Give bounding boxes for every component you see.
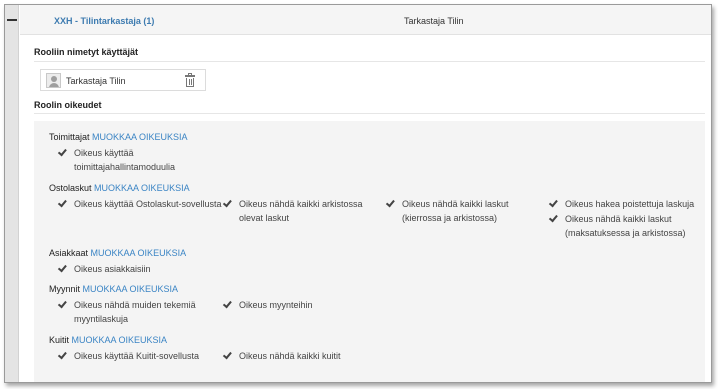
permission-item: Oikeus nähdä kaikki kuitit: [224, 349, 374, 363]
collapse-icon[interactable]: [7, 15, 17, 25]
header-user-name: Tarkastaja Tilin: [404, 16, 464, 26]
edit-rights-link[interactable]: MUOKKAA OIKEUKSIA: [94, 183, 190, 193]
permission-item: Oikeus käyttää Ostolaskut-sovellusta: [59, 197, 229, 211]
edit-rights-link[interactable]: MUOKKAA OIKEUKSIA: [91, 248, 187, 258]
permission-text: Oikeus myynteihin: [239, 300, 313, 310]
check-icon: [59, 264, 68, 271]
panel-left-bar: [5, 5, 19, 382]
group-name: Kuitit: [49, 335, 70, 345]
check-icon: [550, 214, 559, 221]
role-name-link[interactable]: XXH - Tilintarkastaja (1): [54, 16, 154, 26]
role-panel: XXH - Tilintarkastaja (1) Tarkastaja Til…: [4, 4, 712, 383]
edit-rights-link[interactable]: MUOKKAA OIKEUKSIA: [83, 284, 179, 294]
edit-rights-link[interactable]: MUOKKAA OIKEUKSIA: [92, 132, 188, 142]
check-icon: [550, 199, 559, 206]
check-icon: [59, 351, 68, 358]
permission-text: Oikeus hakea poistettuja laskuja: [565, 199, 695, 209]
permission-text: Oikeus nähdä kaikki laskut (maksatuksess…: [565, 214, 686, 238]
group-title-asiakkaat: Asiakkaat MUOKKAA OIKEUKSIA: [49, 248, 186, 258]
check-icon: [224, 199, 233, 206]
permission-item: Oikeus käyttää toimittajahallintamoduuli…: [59, 146, 189, 174]
check-icon: [59, 199, 68, 206]
check-icon: [224, 351, 233, 358]
permission-item: Oikeus käyttää Kuitit-sovellusta: [59, 349, 229, 363]
trash-icon[interactable]: [185, 73, 195, 87]
permission-item: Oikeus nähdä muiden tekemiä myyntilaskuj…: [59, 298, 199, 326]
rights-title: Roolin oikeudet: [34, 100, 102, 110]
rights-area: Toimittajat MUOKKAA OIKEUKSIA Oikeus käy…: [34, 121, 705, 382]
permission-item: Oikeus nähdä kaikki laskut (kierrossa ja…: [387, 197, 532, 225]
user-card-name: Tarkastaja Tilin: [66, 76, 126, 86]
check-icon: [59, 148, 68, 155]
check-icon: [387, 199, 396, 206]
user-card: Tarkastaja Tilin: [40, 69, 206, 91]
group-name: Ostolaskut: [49, 183, 92, 193]
edit-rights-link[interactable]: MUOKKAA OIKEUKSIA: [72, 335, 168, 345]
permission-text: Oikeus nähdä kaikki laskut (kierrossa ja…: [402, 199, 509, 223]
group-title-toimittajat: Toimittajat MUOKKAA OIKEUKSIA: [49, 132, 188, 142]
permission-text: Oikeus asiakkaisiin: [74, 264, 151, 274]
divider: [34, 61, 705, 62]
group-name: Asiakkaat: [49, 248, 89, 258]
group-title-kuitit: Kuitit MUOKKAA OIKEUKSIA: [49, 335, 167, 345]
permission-text: Oikeus nähdä kaikki kuitit: [239, 351, 341, 361]
role-header: XXH - Tilintarkastaja (1) Tarkastaja Til…: [20, 5, 711, 35]
permission-text: Oikeus nähdä kaikki arkistossa olevat la…: [239, 199, 363, 223]
permission-item: Oikeus nähdä kaikki arkistossa olevat la…: [224, 197, 379, 225]
group-name: Myynnit: [49, 284, 81, 294]
check-icon: [224, 300, 233, 307]
avatar-icon: [46, 73, 61, 88]
named-users-title: Rooliin nimetyt käyttäjät: [34, 47, 139, 57]
permission-text: Oikeus käyttää Kuitit-sovellusta: [74, 351, 200, 361]
group-title-ostolaskut: Ostolaskut MUOKKAA OIKEUKSIA: [49, 183, 190, 193]
permission-item: Oikeus nähdä kaikki laskut (maksatuksess…: [550, 212, 695, 240]
role-content: Rooliin nimetyt käyttäjät Tarkastaja Til…: [20, 36, 705, 382]
permission-item: Oikeus myynteihin: [224, 298, 374, 312]
permission-text: Oikeus nähdä muiden tekemiä myyntilaskuj…: [74, 300, 196, 324]
group-name: Toimittajat: [49, 132, 90, 142]
permission-text: Oikeus käyttää toimittajahallintamoduuli…: [74, 148, 176, 172]
permission-item: Oikeus asiakkaisiin: [59, 262, 209, 276]
permission-text: Oikeus käyttää Ostolaskut-sovellusta: [74, 199, 222, 209]
group-title-myynnit: Myynnit MUOKKAA OIKEUKSIA: [49, 284, 178, 294]
divider: [34, 113, 705, 114]
permission-item: Oikeus hakea poistettuja laskuja: [550, 197, 710, 211]
check-icon: [59, 300, 68, 307]
